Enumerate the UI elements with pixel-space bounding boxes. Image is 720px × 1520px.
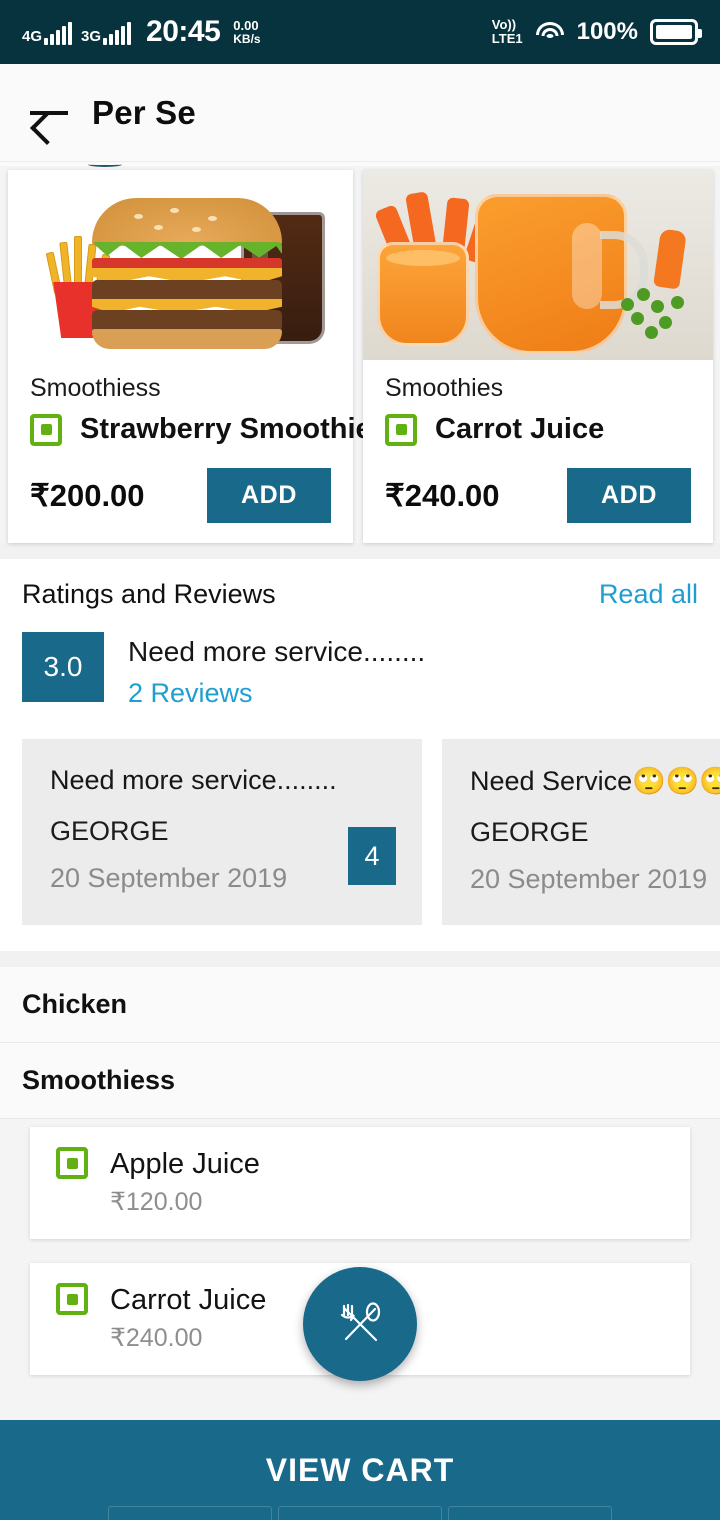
- review-text: Need more service........: [50, 765, 337, 795]
- menu-item-name: Carrot Juice: [110, 1284, 267, 1316]
- volte-icon: Vo)) LTE1: [492, 18, 523, 45]
- ratings-section-title: Ratings and Reviews: [22, 579, 276, 609]
- scrolled-off-sliver: [0, 162, 720, 167]
- rating-summary: 3.0 Need more service........ 2 Reviews: [22, 632, 698, 709]
- review-score-badge: 4: [348, 827, 396, 885]
- ratings-header: Ratings and Reviews Read all: [22, 579, 698, 610]
- veg-indicator-icon: [56, 1147, 88, 1179]
- review-author: GEORGE: [470, 817, 589, 847]
- product-image: [363, 170, 713, 360]
- menu-item-texts: Apple Juice ₹120.00: [110, 1147, 260, 1217]
- top-review-quote: Need more service........: [128, 636, 426, 667]
- battery-icon: [650, 19, 702, 45]
- sim2-network-type: 3G: [81, 28, 102, 45]
- menu-item-price: ₹120.00: [110, 1188, 203, 1216]
- menu-item-texts: Carrot Juice ₹240.00: [110, 1283, 266, 1353]
- veg-indicator-icon: [56, 1283, 88, 1315]
- product-price-row: ₹240.00 ADD: [385, 468, 691, 523]
- wifi-icon: [535, 21, 565, 43]
- page-title: Per Se: [92, 93, 196, 131]
- carrot-juice-pitcher-photo: [363, 170, 713, 360]
- fork-spoon-icon: [340, 1302, 381, 1342]
- status-bar-left: 4G 3G 20:45 0.00 KB/s: [22, 15, 492, 49]
- product-price: ₹200.00: [30, 477, 145, 513]
- read-all-link[interactable]: Read all: [599, 579, 698, 610]
- product-price-row: ₹200.00 ADD: [30, 468, 331, 523]
- section-divider: [0, 543, 720, 559]
- network-speed-indicator: 0.00 KB/s: [233, 19, 260, 45]
- view-cart-label: VIEW CART: [265, 1451, 455, 1488]
- menu-section-header-chicken[interactable]: Chicken: [0, 967, 720, 1043]
- product-category: Smoothiess: [30, 374, 161, 402]
- review-date: 20 September 2019: [470, 864, 708, 894]
- menu-item-name: Apple Juice: [110, 1148, 260, 1180]
- menu-fab-button[interactable]: [303, 1267, 417, 1381]
- volte-label-top: Vo)): [491, 17, 517, 33]
- product-name: Carrot Juice: [435, 413, 605, 445]
- nav-hint-center[interactable]: [278, 1506, 442, 1520]
- nav-hint-right[interactable]: [448, 1506, 612, 1520]
- sim1-network-type: 4G: [22, 28, 43, 45]
- volte-label-bottom: LTE1: [491, 31, 523, 46]
- product-name-row: Carrot Juice: [385, 413, 691, 446]
- featured-cards-row[interactable]: Smoothiess Strawberry Smoothie ₹200.00 A…: [0, 166, 720, 543]
- app-root: 4G 3G 20:45 0.00 KB/s Vo)) LTE1 100% Per…: [0, 0, 720, 1520]
- featured-card-body: Smoothiess Strawberry Smoothie ₹200.00 A…: [8, 360, 372, 543]
- back-arrow-icon[interactable]: [28, 96, 68, 130]
- review-text: Need Service🙄🙄🙄.: [470, 766, 720, 796]
- featured-card[interactable]: Smoothies Carrot Juice ₹240.00 ADD: [363, 170, 713, 543]
- status-bar: 4G 3G 20:45 0.00 KB/s Vo)) LTE1 100%: [0, 0, 720, 64]
- section-divider: [0, 951, 720, 967]
- rating-summary-text: Need more service........ 2 Reviews: [128, 632, 425, 709]
- add-to-cart-button[interactable]: ADD: [567, 468, 691, 523]
- status-bar-right: Vo)) LTE1 100%: [492, 18, 702, 46]
- battery-percent-label: 100%: [576, 18, 638, 45]
- reviews-carousel[interactable]: Need more service........ GEORGE 20 Sept…: [0, 717, 720, 951]
- product-name: Strawberry Smoothie: [80, 413, 372, 445]
- menu-section-header-smoothiess[interactable]: Smoothiess: [0, 1043, 720, 1119]
- network-speed-unit: KB/s: [233, 31, 261, 46]
- product-price: ₹240.00: [385, 477, 500, 513]
- featured-card[interactable]: Smoothiess Strawberry Smoothie ₹200.00 A…: [8, 170, 372, 543]
- sim1-signal-icon: 4G: [22, 19, 73, 45]
- product-name-row: Strawberry Smoothie: [30, 413, 372, 446]
- status-bar-clock: 20:45: [146, 15, 221, 48]
- review-date: 20 September 2019: [50, 863, 288, 893]
- sim2-signal-icon: 3G: [81, 19, 132, 45]
- system-nav-hint-bar: [0, 1498, 720, 1520]
- menu-item[interactable]: Apple Juice ₹120.00: [30, 1127, 690, 1239]
- review-card[interactable]: Need more service........ GEORGE 20 Sept…: [22, 739, 422, 925]
- review-card[interactable]: Need Service🙄🙄🙄. GEORGE 20 September 201…: [442, 739, 720, 925]
- app-bar: Per Se: [0, 64, 720, 162]
- veg-indicator-icon: [30, 413, 62, 446]
- menu-item-price: ₹240.00: [110, 1324, 203, 1352]
- reviews-count-link[interactable]: 2 Reviews: [128, 678, 425, 709]
- featured-card-body: Smoothies Carrot Juice ₹240.00 ADD: [363, 360, 713, 543]
- add-to-cart-button[interactable]: ADD: [207, 468, 331, 523]
- nav-hint-left[interactable]: [108, 1506, 272, 1520]
- network-speed-value: 0.00: [233, 17, 259, 33]
- ratings-and-reviews-section: Ratings and Reviews Read all 3.0 Need mo…: [0, 559, 720, 717]
- product-image: [8, 170, 353, 360]
- veg-indicator-icon: [385, 413, 417, 446]
- burger-fries-cola-photo: [8, 170, 353, 360]
- product-category: Smoothies: [385, 374, 504, 402]
- overall-rating-badge: 3.0: [22, 632, 104, 702]
- review-author: GEORGE: [50, 816, 169, 846]
